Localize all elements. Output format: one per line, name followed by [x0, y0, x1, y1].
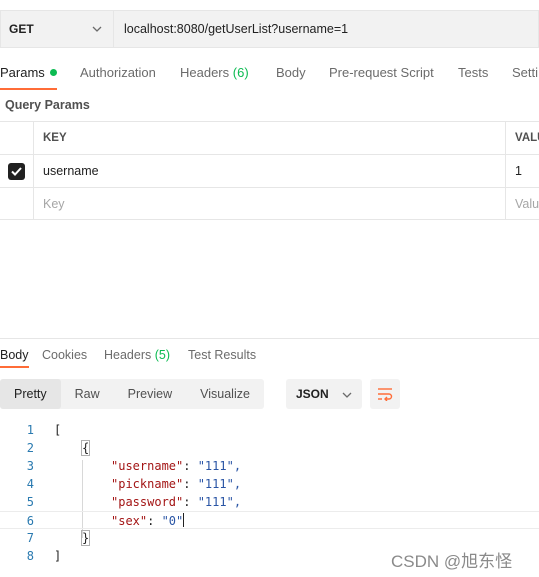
tab-headers-count: (6): [232, 65, 249, 80]
wrap-lines-icon: [378, 388, 393, 401]
param-key: username: [43, 164, 99, 178]
table-row: username 1: [0, 154, 539, 187]
url-input[interactable]: localhost:8080/getUserList?username=1: [113, 10, 539, 48]
active-dot-icon: [49, 69, 57, 76]
tab-pre-request-script[interactable]: Pre-request Script: [329, 56, 434, 90]
method-label: GET: [9, 22, 34, 36]
tab-tests-label: Tests: [458, 65, 489, 80]
tab-settings[interactable]: Setti: [512, 56, 538, 90]
tab-pre-request-label: Pre-request Script: [329, 65, 434, 80]
code-text: }: [80, 530, 91, 546]
tab-headers[interactable]: Headers (6): [180, 56, 249, 90]
tab-params-label: Params: [0, 65, 45, 80]
response-tab-cookies[interactable]: Cookies: [42, 342, 87, 368]
param-checkbox[interactable]: [8, 162, 25, 180]
tab-authorization-label: Authorization: [80, 65, 156, 80]
param-value: 1: [515, 164, 522, 178]
tab-body-label: Body: [276, 65, 306, 80]
line-number: 8: [26, 549, 34, 563]
tab-params[interactable]: Params: [0, 56, 57, 90]
wrap-lines-button[interactable]: [370, 379, 400, 409]
code-text: ]: [54, 549, 62, 563]
column-header-value: VALU: [515, 132, 539, 144]
line-number: 2: [26, 441, 34, 455]
row-check-cell: [0, 155, 34, 187]
response-tab-test-results-label: Test Results: [188, 348, 257, 362]
table-row-new: Key Valu: [0, 187, 539, 220]
column-header-key: KEY: [34, 122, 506, 154]
json-value: "111",: [197, 459, 242, 473]
code-text: {: [80, 440, 91, 456]
param-key-cell[interactable]: username: [34, 155, 506, 187]
view-raw-button[interactable]: Raw: [61, 379, 114, 409]
view-mode-bar: Pretty Raw Preview Visualize: [0, 379, 264, 409]
response-tab-test-results[interactable]: Test Results: [188, 342, 256, 368]
new-key-input[interactable]: Key: [34, 188, 506, 220]
code-line: 5 "password": "111",: [0, 493, 539, 511]
query-params-title: Query Params: [5, 98, 90, 112]
watermark: CSDN @旭东怪: [391, 552, 513, 571]
line-number: 7: [26, 531, 34, 545]
table-header-row: KEY VALU: [0, 121, 539, 154]
response-tab-body-label: Body: [0, 348, 29, 362]
response-body-code[interactable]: 1 [ 2 { 3 "username": "111", 4 "pickname…: [0, 421, 539, 565]
value-placeholder: Valu: [515, 197, 539, 211]
method-select[interactable]: GET: [0, 10, 113, 48]
url-bar: GET localhost:8080/getUserList?username=…: [0, 10, 539, 48]
json-key: "sex": [111, 514, 148, 528]
code-line: 7 }: [0, 529, 539, 547]
tab-headers-label: Headers: [180, 65, 230, 80]
code-line: 3 "username": "111",: [0, 457, 539, 475]
format-label: JSON: [296, 387, 329, 401]
view-pretty-button[interactable]: Pretty: [0, 379, 61, 409]
format-select[interactable]: JSON: [286, 379, 362, 409]
line-number: 6: [26, 514, 34, 528]
text-cursor: [183, 513, 185, 527]
params-table: KEY VALU username 1 Key Valu: [0, 121, 539, 220]
response-headers-count: (5): [154, 348, 171, 362]
response-tab-body[interactable]: Body: [0, 342, 29, 368]
code-line: 1 [: [0, 421, 539, 439]
json-key: "password": [111, 495, 184, 509]
json-key: "username": [111, 459, 184, 473]
chevron-down-icon: [89, 21, 105, 37]
new-check-cell: [0, 188, 34, 220]
header-check-cell: [0, 122, 34, 154]
view-visualize-button[interactable]: Visualize: [186, 379, 264, 409]
new-value-input[interactable]: Valu: [506, 188, 539, 220]
chevron-down-icon: [342, 387, 352, 401]
json-value: "0": [161, 514, 184, 528]
line-number: 5: [26, 495, 34, 509]
json-key: "pickname": [111, 477, 184, 491]
tab-settings-label: Setti: [512, 65, 539, 80]
json-value: "111",: [197, 477, 242, 491]
line-number: 3: [26, 459, 34, 473]
key-placeholder: Key: [43, 197, 65, 211]
view-preview-button[interactable]: Preview: [114, 379, 186, 409]
tab-tests[interactable]: Tests: [458, 56, 488, 90]
code-text: [: [54, 423, 62, 437]
tab-authorization[interactable]: Authorization: [80, 56, 156, 90]
response-divider: [0, 338, 539, 339]
line-number: 1: [26, 423, 34, 437]
code-line: 2 {: [0, 439, 539, 457]
param-value-cell[interactable]: 1: [506, 155, 539, 187]
code-line-current: 6 "sex": "0": [0, 511, 539, 529]
line-number: 4: [26, 477, 34, 491]
json-value: "111",: [197, 495, 242, 509]
response-tab-cookies-label: Cookies: [42, 348, 88, 362]
url-text: localhost:8080/getUserList?username=1: [124, 22, 349, 36]
check-icon: [11, 166, 22, 176]
response-tab-headers[interactable]: Headers (5): [104, 342, 170, 368]
response-tab-headers-label: Headers: [104, 348, 152, 362]
code-line: 4 "pickname": "111",: [0, 475, 539, 493]
tab-body[interactable]: Body: [276, 56, 306, 90]
